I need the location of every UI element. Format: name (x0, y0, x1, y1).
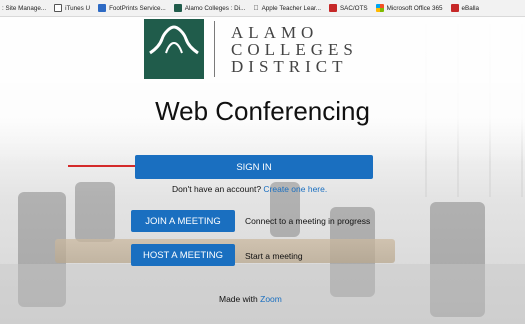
outline-square-icon (54, 4, 63, 12)
chair-shape (75, 182, 115, 242)
logo-divider (214, 21, 215, 77)
bookmark-label: Apple Teacher Lear... (256, 4, 321, 12)
apple-icon:  (253, 5, 258, 12)
bookmark-itunes-u[interactable]: iTunes U (54, 4, 90, 12)
bookmark-alamo-colleges[interactable]: Alamo Colleges : Di... (173, 4, 246, 12)
bookmark-apple-teacher[interactable]:  Apple Teacher Lear... (253, 5, 321, 12)
alamo-icon (173, 4, 182, 12)
logo-line-alamo: ALAMO (231, 22, 319, 42)
bookmark-label: FootPrints Service... (109, 4, 166, 12)
bookmark-label: SAC/OTS (334, 4, 368, 12)
mission-arch-icon (144, 19, 204, 79)
bookmark-sac-ots[interactable]: SAC/OTS (328, 4, 368, 12)
microsoft-icon (375, 4, 384, 12)
bookmark-site-manage[interactable]: : Site Manage... (2, 5, 46, 12)
sac-icon (328, 4, 337, 12)
bookmark-label: : Site Manage... (2, 4, 47, 12)
account-prompt: Don't have an account? Create one here. (172, 184, 327, 194)
bookmark-eballot[interactable]: eBalla (450, 4, 480, 12)
logo-line-district: DISTRICT (231, 56, 348, 76)
bookmark-microsoft-office[interactable]: Microsoft Office 365 (375, 4, 443, 12)
host-meeting-button[interactable]: HOST A MEETING (131, 244, 235, 266)
join-meeting-description: Connect to a meeting in progress (245, 216, 371, 226)
footprints-icon (98, 4, 107, 12)
bookmark-label: Microsoft Office 365 (381, 4, 443, 12)
account-prompt-text: Don't have an account? (172, 184, 262, 194)
sign-in-button[interactable]: SIGN IN (135, 155, 373, 179)
eballot-icon (450, 4, 459, 12)
host-meeting-description: Start a meeting (245, 251, 303, 261)
bookmarks-bar: : Site Manage... iTunes U FootPrints Ser… (0, 0, 525, 17)
join-meeting-button[interactable]: JOIN A MEETING (131, 210, 235, 232)
bookmark-label: Alamo Colleges : Di... (184, 4, 246, 12)
create-account-link[interactable]: Create one here. (263, 184, 327, 194)
logo-wordmark: ALAMO COLLEGES DISTRICT (231, 24, 358, 75)
bookmark-label: iTunes U (65, 4, 91, 12)
zoom-link[interactable]: Zoom (260, 294, 282, 304)
page-title: Web Conferencing (155, 96, 370, 126)
logo-line-colleges: COLLEGES (231, 39, 358, 59)
bookmark-label: eBalla (456, 4, 480, 12)
footer-prefix: Made with (219, 294, 258, 304)
bookmark-footprints[interactable]: FootPrints Service... (98, 4, 166, 12)
alamo-colleges-logo: ALAMO COLLEGES DISTRICT (144, 19, 358, 79)
footer-made-with: Made with Zoom (219, 294, 282, 304)
